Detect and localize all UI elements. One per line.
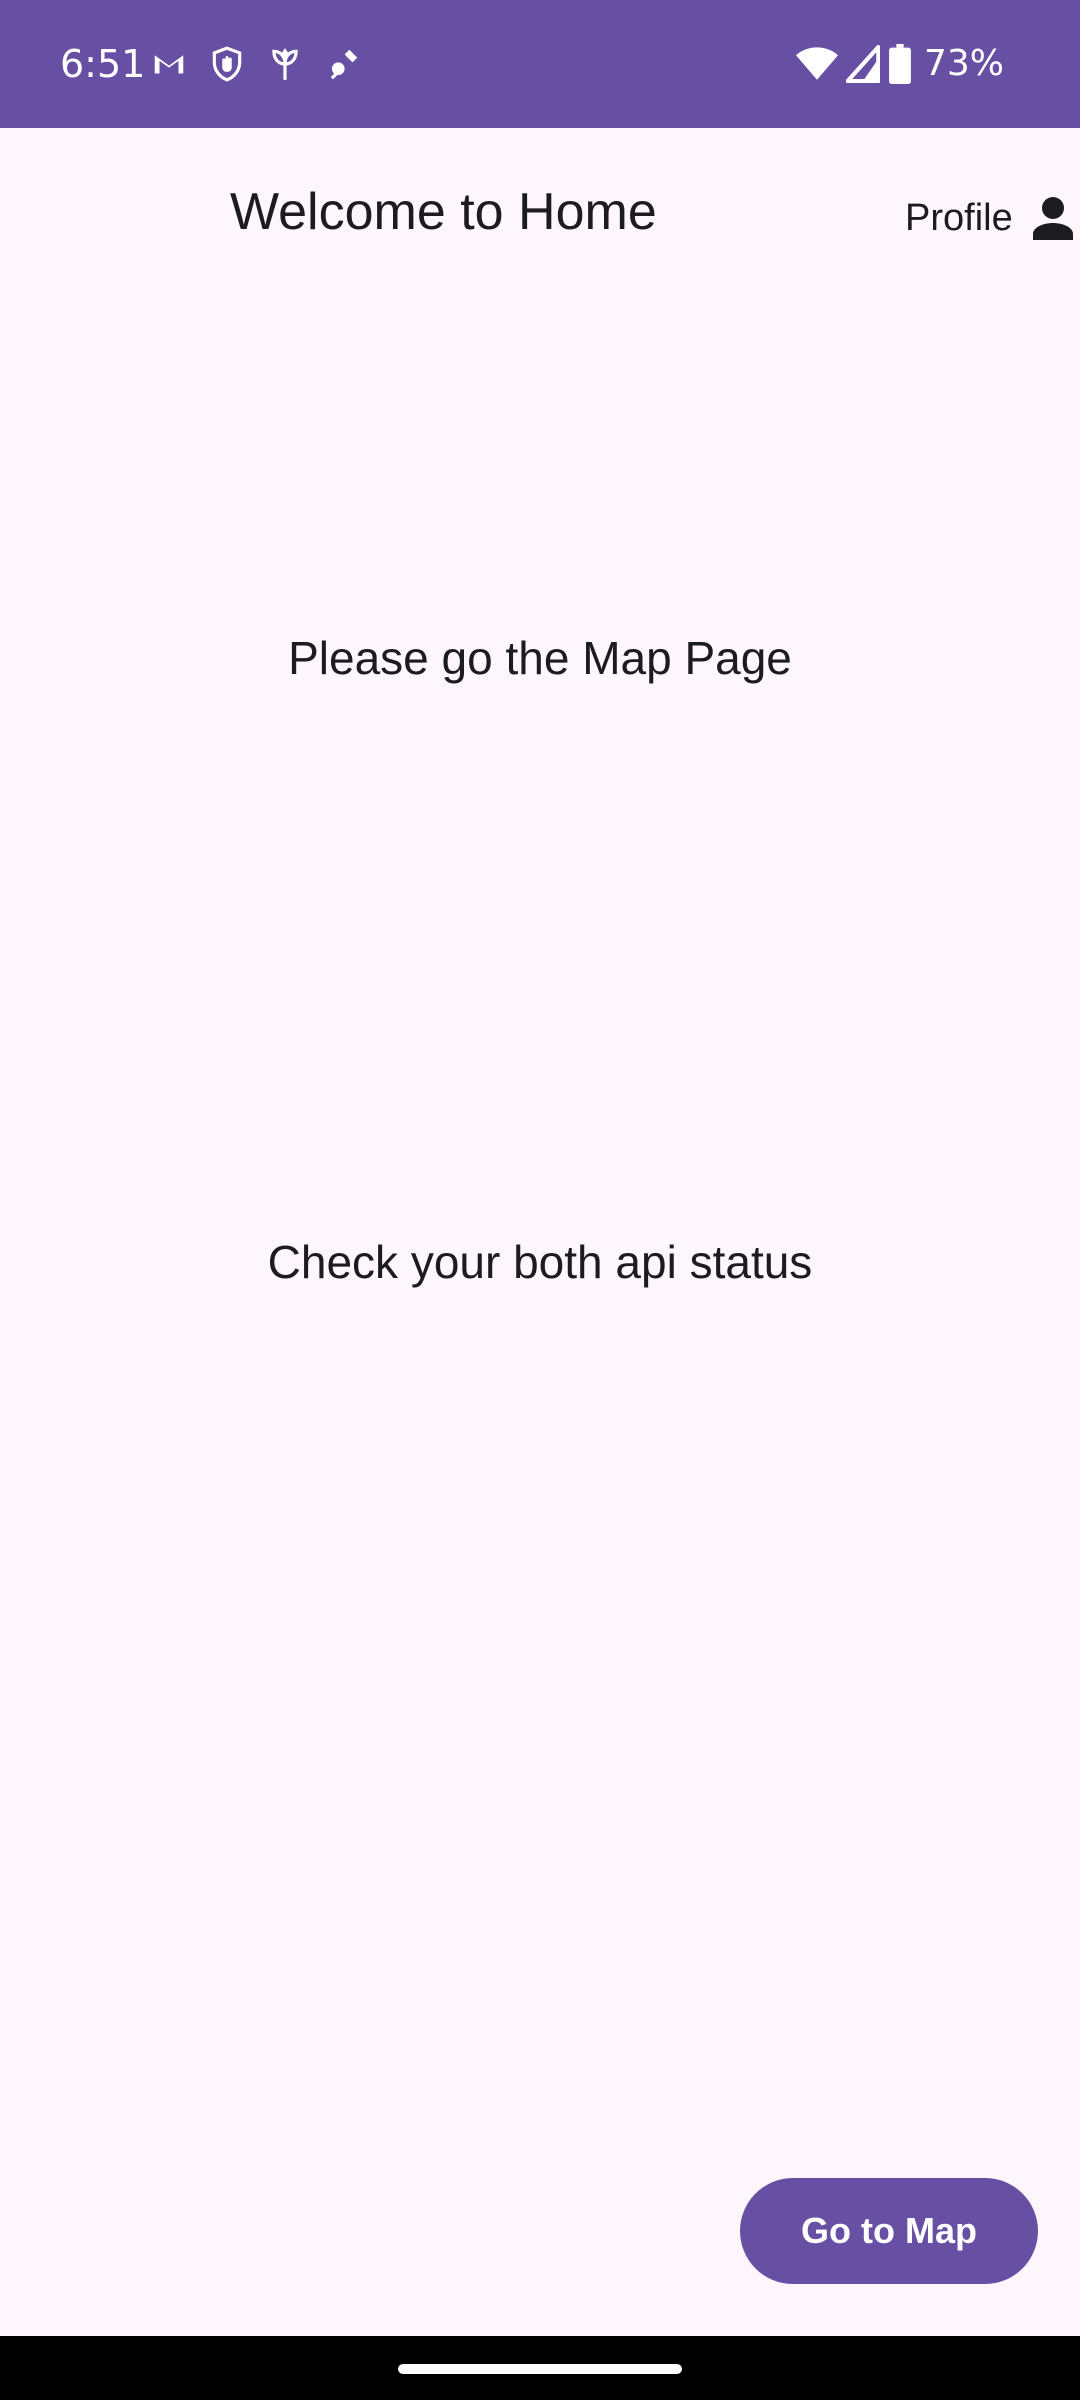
cell-signal-icon	[845, 45, 880, 83]
satellite-icon	[330, 49, 358, 80]
person-icon	[1032, 197, 1073, 240]
battery-icon	[889, 44, 911, 84]
app-screen: 6:51 73% Welcome to Home Profile Please …	[0, 0, 1080, 2400]
plant-icon	[272, 48, 298, 80]
go-to-map-button[interactable]: Go to Map	[740, 2178, 1038, 2284]
map-prompt-text: Please go the Map Page	[288, 632, 792, 684]
home-gesture-handle[interactable]	[398, 2364, 682, 2374]
status-time: 6:51	[60, 42, 146, 86]
profile-button[interactable]: Profile	[905, 188, 1073, 248]
system-icons: 73%	[795, 42, 1004, 86]
api-status-text: Check your both api status	[267, 1236, 813, 1288]
wifi-icon	[795, 47, 838, 80]
notification-icons	[150, 44, 362, 84]
battery-percent: 73%	[923, 43, 1004, 84]
page-title: Welcome to Home	[230, 183, 657, 241]
navigation-bar	[0, 2336, 1080, 2400]
profile-label: Profile	[905, 197, 1013, 239]
status-bar: 6:51 73%	[0, 0, 1080, 128]
shield-hand-icon	[212, 46, 242, 82]
gmail-icon	[154, 55, 184, 74]
